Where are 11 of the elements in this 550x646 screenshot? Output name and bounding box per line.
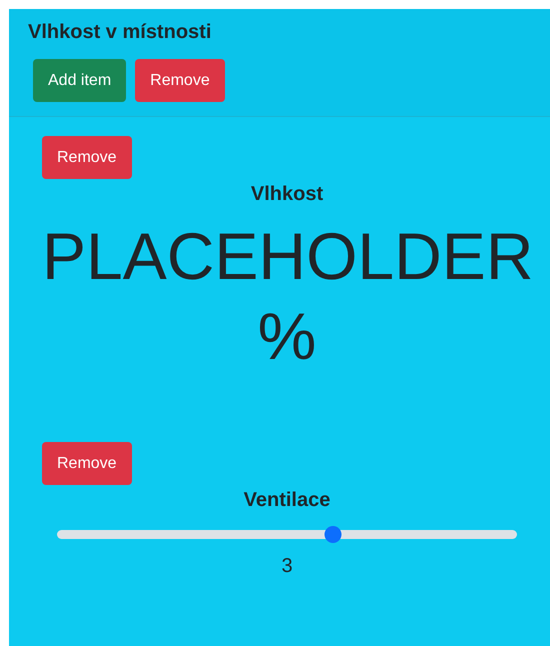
humidity-value: PLACEHOLDER xyxy=(42,218,532,295)
remove-button[interactable]: Remove xyxy=(42,442,132,485)
slider-thumb[interactable] xyxy=(324,526,342,543)
item-title: Vlhkost xyxy=(250,183,324,206)
item-title: Ventilace xyxy=(242,489,332,512)
unit-label: % xyxy=(256,298,318,375)
remove-button[interactable]: Remove xyxy=(135,59,225,102)
card-title: Vlhkost v místnosti xyxy=(28,21,212,44)
remove-button[interactable]: Remove xyxy=(42,136,132,179)
slider-value: 3 xyxy=(280,555,294,578)
add-item-button[interactable]: Add item xyxy=(33,59,126,102)
